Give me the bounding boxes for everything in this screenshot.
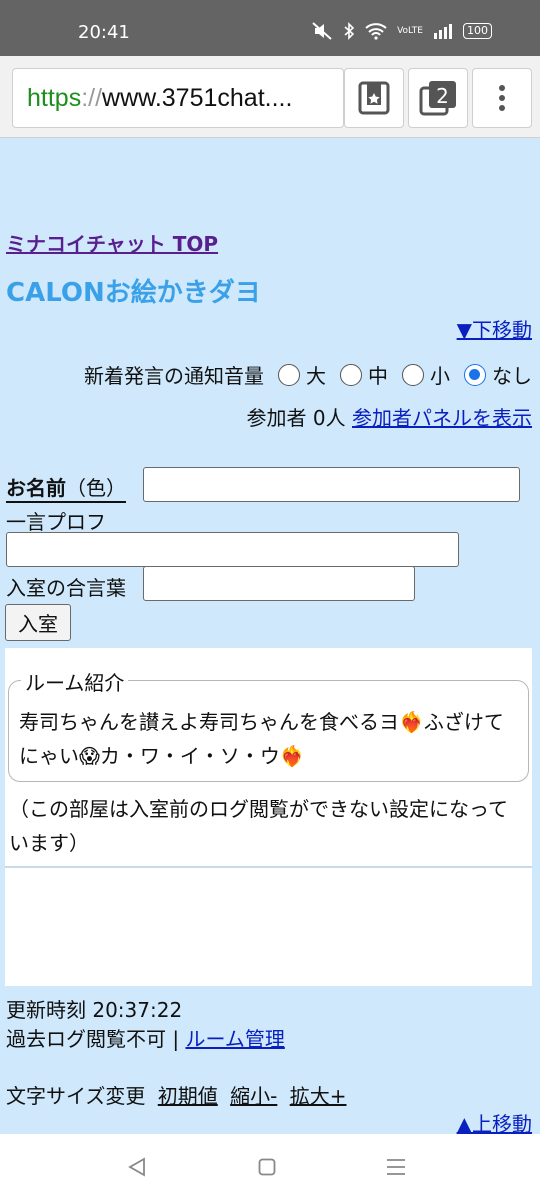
- volume-label-high: 大: [306, 364, 326, 388]
- notification-volume: 新着発言の通知音量 大 中 小 なし: [84, 360, 532, 389]
- participants-row: 参加者 0人 参加者パネルを表示: [247, 402, 532, 431]
- clock: 20:41: [78, 22, 130, 43]
- system-navigation-bar: [0, 1134, 540, 1200]
- back-button[interactable]: [124, 1154, 150, 1180]
- volume-label-none: なし: [492, 364, 532, 388]
- volume-radio-low[interactable]: [402, 363, 424, 386]
- passphrase-label: 入室の合言葉: [6, 576, 126, 600]
- status-bar: 20:41 VoLTE 100: [0, 0, 540, 56]
- url-separator: ://: [81, 84, 103, 112]
- font-size-reset-link[interactable]: 初期値: [158, 1084, 218, 1108]
- back-icon: [128, 1157, 145, 1177]
- recents-button[interactable]: [383, 1154, 409, 1180]
- font-size-label: 文字サイズ変更: [6, 1084, 146, 1108]
- browser-toolbar: https://www.3751chat.... 2: [0, 56, 540, 138]
- url-host: www.3751chat....: [102, 84, 293, 112]
- bluetooth-icon: [344, 22, 355, 40]
- more-vertical-icon: [499, 85, 505, 111]
- passphrase-input[interactable]: [143, 566, 415, 601]
- volume-label-medium: 中: [368, 364, 388, 388]
- room-intro-text: 寿司ちゃんを讃えよ寿司ちゃんを食べるヨ❤️‍🔥ふざけてにゃい😱カ・ワ・イ・ソ・ウ…: [19, 710, 504, 768]
- chat-room-page: ミナコイチャット TOP CALONお絵かきダヨ ▼下移動 新着発言の通知音量 …: [0, 138, 540, 1134]
- scroll-up-link[interactable]: ▲上移動: [457, 1108, 532, 1134]
- name-input[interactable]: [143, 467, 520, 502]
- room-title: CALONお絵かきダヨ: [6, 278, 261, 308]
- name-label[interactable]: お名前（色）: [6, 472, 126, 503]
- room-panel: ルーム紹介 寿司ちゃんを讃えよ寿司ちゃんを食べるヨ❤️‍🔥ふざけてにゃい😱カ・ワ…: [5, 648, 532, 986]
- profile-label: 一言プロフ: [6, 510, 106, 534]
- room-intro-box: ルーム紹介 寿司ちゃんを讃えよ寿司ちゃんを食べるヨ❤️‍🔥ふざけてにゃい😱カ・ワ…: [8, 667, 529, 782]
- top-link[interactable]: ミナコイチャット TOP: [6, 228, 218, 257]
- update-time: 更新時刻 20:37:22: [6, 998, 183, 1022]
- font-size-smaller-link[interactable]: 縮小-: [230, 1084, 277, 1108]
- name-label-text: お名前: [6, 476, 66, 500]
- log-restriction-note: （この部屋は入室前のログ閲覧ができない設定になっています）: [9, 797, 508, 855]
- participants-panel-link[interactable]: 参加者パネルを表示: [352, 406, 532, 430]
- font-size-row: 文字サイズ変更 初期値 縮小- 拡大+: [6, 1080, 346, 1109]
- tab-count: 2: [436, 84, 449, 108]
- bookmark-button[interactable]: [344, 68, 404, 128]
- volume-radio-medium[interactable]: [340, 363, 362, 386]
- volume-label-low: 小: [430, 364, 450, 388]
- volume-radio-none[interactable]: [464, 363, 486, 386]
- mute-icon: [312, 22, 332, 40]
- lte-icon: VoLTE: [397, 25, 423, 36]
- profile-input[interactable]: [6, 532, 459, 567]
- home-icon: [258, 1158, 276, 1176]
- recents-icon: [387, 1159, 405, 1175]
- log-status-row: 過去ログ閲覧不可 | ルーム管理: [6, 1023, 285, 1052]
- font-size-larger-link[interactable]: 拡大+: [290, 1084, 347, 1108]
- notify-label: 新着発言の通知音量: [84, 364, 264, 388]
- status-icons: VoLTE 100: [311, 22, 492, 40]
- participants-count: 参加者 0人: [246, 406, 346, 430]
- battery-icon: 100: [463, 23, 492, 39]
- room-intro-legend: ルーム紹介: [21, 667, 129, 696]
- divider: [5, 866, 532, 868]
- enter-room-button[interactable]: 入室: [5, 604, 71, 641]
- tabs-icon: 2: [419, 81, 456, 116]
- tabs-button[interactable]: 2: [408, 68, 468, 128]
- url-scheme: https: [27, 84, 82, 112]
- log-status-text: 過去ログ閲覧不可 |: [6, 1027, 186, 1051]
- name-color-label: （色）: [66, 476, 126, 500]
- room-admin-link[interactable]: ルーム管理: [185, 1027, 284, 1051]
- wifi-icon: [365, 23, 387, 40]
- signal-icon: [434, 24, 452, 39]
- scroll-down-link[interactable]: ▼下移動: [457, 314, 532, 343]
- home-button[interactable]: [254, 1154, 280, 1180]
- menu-button[interactable]: [472, 68, 532, 128]
- url-bar[interactable]: https://www.3751chat....: [12, 68, 344, 128]
- volume-radio-high[interactable]: [278, 363, 300, 386]
- bookmark-icon: [358, 81, 390, 115]
